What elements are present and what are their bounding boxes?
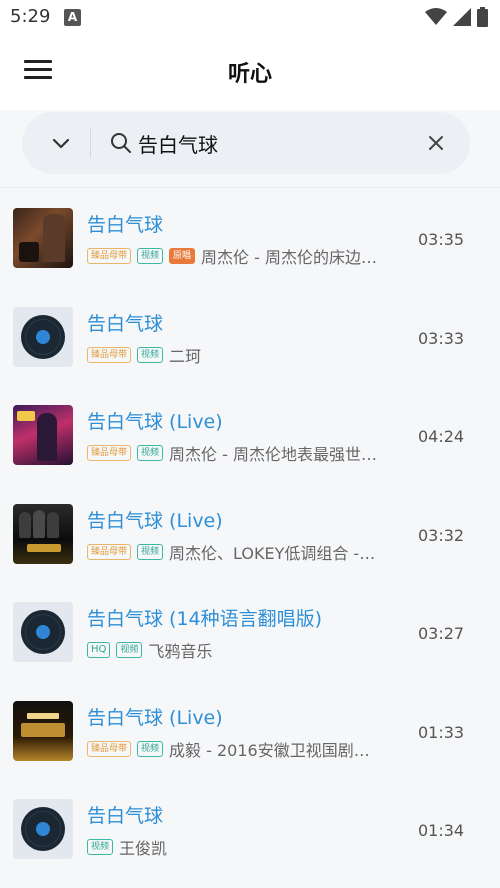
vinyl-disc-icon [13,799,73,859]
song-meta: 臻品母带 视频 成毅 - 2016安徽卫视国剧… [87,739,387,759]
hq-badge: HQ [87,642,111,658]
album-cover [13,208,73,268]
song-title: 告白气球 (14种语言翻唱版) [87,608,323,630]
song-meta: 臻品母带 视频 周杰伦 - 周杰伦地表最强世… [87,443,387,463]
quality-badge: 臻品母带 [87,445,132,461]
list-item[interactable]: 告白气球 (14种语言翻唱版) HQ 视频 飞鸦音乐 03:27 [0,582,500,681]
duration: 01:33 [418,722,465,742]
search-area [0,110,500,188]
song-title: 告白气球 (Live) [87,411,223,433]
album-cover [13,503,73,564]
song-meta: 臻品母带 视频 原唱 周杰伦 - 周杰伦的床边… [87,246,387,266]
song-title: 告白气球 [87,214,164,236]
wifi-icon [425,8,447,25]
vinyl-disc-icon [13,602,73,662]
status-bar: 5:29 A [0,0,500,36]
song-meta: 视频 王俊凯 [87,837,387,857]
list-item[interactable]: 告白气球 臻品母带 视频 二珂 03:33 [0,287,500,386]
battery-icon [477,7,488,27]
album-cover [13,700,73,761]
notification-icon: A [64,9,81,26]
artist-label: 周杰伦 - 周杰伦的床边… [201,248,377,266]
duration: 03:32 [418,525,465,545]
song-title: 告白气球 (Live) [87,509,223,532]
vinyl-disc-icon [13,306,73,367]
video-badge: 视频 [137,543,164,560]
close-icon[interactable] [426,133,446,153]
search-bar [22,112,470,174]
artist-label: 飞鸦音乐 [148,642,213,660]
song-title: 告白气球 [87,805,164,827]
quality-badge: 臻品母带 [87,248,132,264]
song-meta: 臻品母带 视频 二珂 [87,345,387,365]
artist-label: 二珂 [169,346,202,365]
duration: 03:35 [418,230,465,249]
quality-badge: 臻品母带 [87,346,132,363]
artist-label: 王俊凯 [119,839,168,857]
list-item[interactable]: 告白气球 (Live) 臻品母带 视频 周杰伦、LOKEY低调组合 -… 03:… [0,484,500,583]
chevron-down-icon[interactable] [50,132,72,154]
search-icon [111,133,131,153]
signal-icon [453,8,471,26]
artist-label: 成毅 - 2016安徽卫视国剧… [169,740,370,759]
artist-label: 周杰伦、LOKEY低调组合 -… [169,543,376,562]
status-time: 5:29 [10,6,51,27]
album-cover [13,405,73,465]
video-badge: 视频 [137,346,164,363]
app-bar: 听心 [0,36,500,110]
search-input[interactable] [138,125,408,161]
quality-badge: 臻品母带 [87,740,132,757]
video-badge: 视频 [87,839,114,855]
artist-label: 周杰伦 - 周杰伦地表最强世… [169,445,377,463]
song-title: 告白气球 [87,312,164,335]
list-item[interactable]: 告白气球 视频 王俊凯 01:34 [0,779,500,878]
system-icons [425,7,488,27]
video-badge: 视频 [137,740,164,757]
video-badge: 视频 [137,248,164,264]
list-item[interactable]: 告白气球 (Live) 臻品母带 视频 周杰伦 - 周杰伦地表最强世… 04:2… [0,385,500,484]
list-item[interactable]: 告白气球 (Live) 臻品母带 视频 成毅 - 2016安徽卫视国剧… 01:… [0,681,500,780]
song-meta: 臻品母带 视频 周杰伦、LOKEY低调组合 -… [87,542,387,562]
video-badge: 视频 [137,445,164,461]
duration: 01:34 [418,821,465,840]
video-badge: 视频 [116,642,143,658]
page-title: 听心 [227,62,272,87]
song-list: 告白气球 臻品母带 视频 原唱 周杰伦 - 周杰伦的床边… 03:35 告白气球… [0,188,500,888]
original-badge: 原唱 [169,248,196,264]
duration: 03:27 [418,624,465,643]
song-meta: HQ 视频 飞鸦音乐 [87,640,387,660]
quality-badge: 臻品母带 [87,543,132,560]
duration: 03:33 [418,328,465,348]
list-item[interactable]: 告白气球 臻品母带 视频 原唱 周杰伦 - 周杰伦的床边… 03:35 [0,188,500,287]
song-title: 告白气球 (Live) [87,706,223,729]
duration: 04:24 [418,427,465,446]
divider [90,128,91,158]
